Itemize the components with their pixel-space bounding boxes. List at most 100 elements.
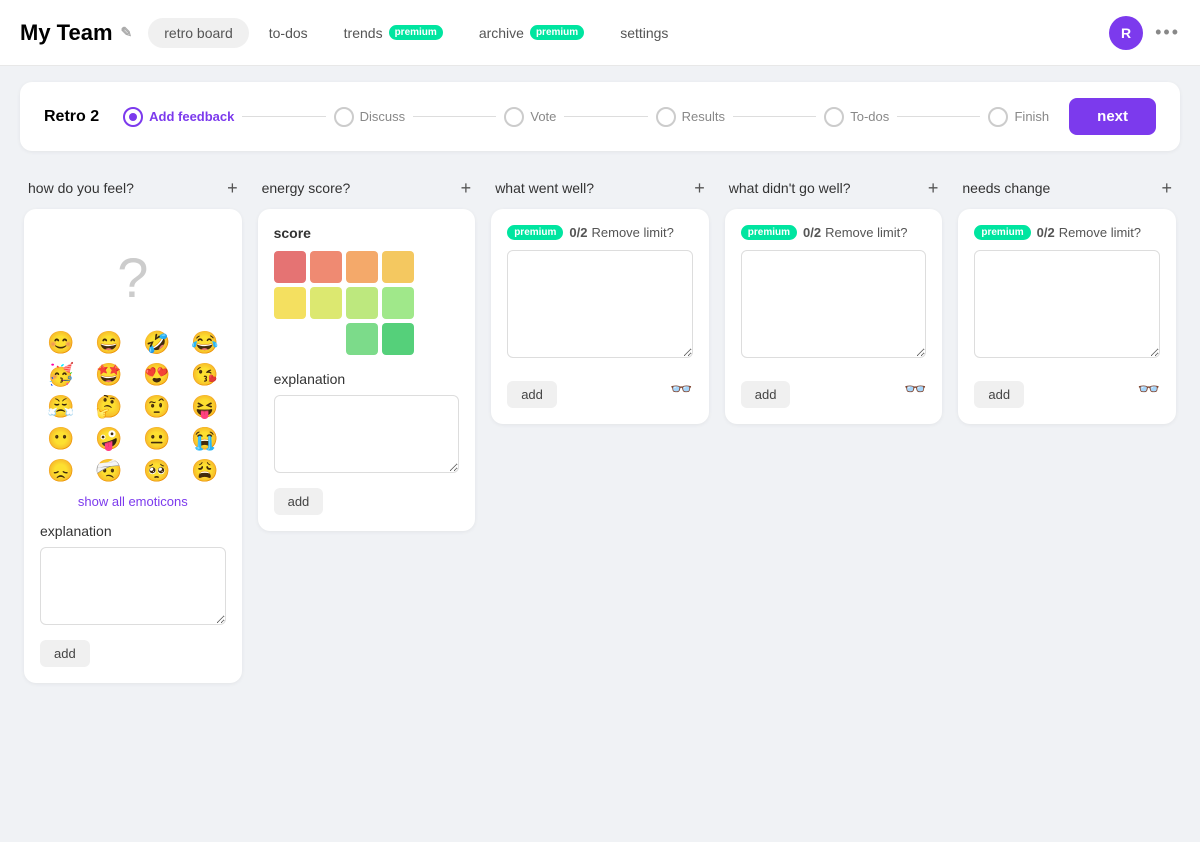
emoji-item-5[interactable]: 🤩: [88, 362, 130, 388]
nav-tab-archive[interactable]: archivepremium: [463, 18, 600, 48]
nav-tab-to-dos[interactable]: to-dos: [253, 18, 324, 48]
score-cell-5[interactable]: [310, 287, 342, 319]
step-circle-1: [334, 107, 354, 127]
went-well-remove-limit[interactable]: Remove limit?: [592, 225, 674, 240]
energy-card: score explanation add: [258, 209, 476, 531]
step-circle-2: [504, 107, 524, 127]
edit-team-icon[interactable]: ✎: [121, 24, 133, 41]
nav-tab-trends[interactable]: trendspremium: [328, 18, 459, 48]
anon-icon-went-well[interactable]: 👓: [670, 379, 692, 400]
went-well-add-button[interactable]: add: [507, 381, 557, 408]
next-button[interactable]: next: [1069, 98, 1156, 135]
step-line-1: [242, 116, 325, 117]
score-cell-1[interactable]: [310, 251, 342, 283]
emoji-item-12[interactable]: 😶: [40, 426, 82, 452]
step-add-feedback[interactable]: Add feedback: [123, 107, 234, 127]
nav-premium-badge-3: premium: [530, 25, 584, 40]
anon-icon-didnt-go-well[interactable]: 👓: [904, 379, 926, 400]
needs-change-add-button[interactable]: add: [974, 381, 1024, 408]
add-feel-button[interactable]: +: [227, 179, 238, 197]
emoji-grid: 😊😄🤣😂 🥳🤩😍😘 😤🤔🤨😝 😶🤪😐😭 😞🤕🥺😩: [40, 330, 226, 484]
feel-card: ? 😊😄🤣😂 🥳🤩😍😘 😤🤔🤨😝 😶🤪😐😭 😞🤕🥺😩 show all emoticon…: [24, 209, 242, 683]
emoji-item-6[interactable]: 😍: [136, 362, 178, 388]
feel-explanation-input[interactable]: [40, 547, 226, 625]
step-to-dos[interactable]: To-dos: [824, 107, 889, 127]
energy-add-button[interactable]: add: [274, 488, 324, 515]
score-cell-7[interactable]: [382, 287, 414, 319]
went-well-input[interactable]: [507, 250, 693, 358]
didnt-go-well-limit-text: 0/2: [803, 225, 821, 240]
retro-progress-bar: Retro 2 Add feedbackDiscussVoteResultsTo…: [20, 82, 1180, 151]
didnt-go-well-input[interactable]: [741, 250, 927, 358]
add-energy-button[interactable]: +: [461, 179, 472, 197]
nav-premium-badge-2: premium: [389, 25, 443, 40]
emoji-item-10[interactable]: 🤨: [136, 394, 178, 420]
emoji-item-4[interactable]: 🥳: [40, 362, 82, 388]
column-header-feel: how do you feel? +: [24, 167, 242, 209]
column-energy-score: energy score? + score explanation add: [250, 167, 484, 683]
emoji-item-7[interactable]: 😘: [184, 362, 226, 388]
emoji-item-1[interactable]: 😄: [88, 330, 130, 356]
step-circle-3: [656, 107, 676, 127]
column-header-needs-change: needs change +: [958, 167, 1176, 209]
emoji-item-15[interactable]: 😭: [184, 426, 226, 452]
didnt-go-well-remove-limit[interactable]: Remove limit?: [825, 225, 907, 240]
score-cell-10[interactable]: [346, 323, 378, 355]
emoji-item-17[interactable]: 🤕: [88, 458, 130, 484]
emoji-item-16[interactable]: 😞: [40, 458, 82, 484]
emoji-item-8[interactable]: 😤: [40, 394, 82, 420]
step-line-5: [897, 116, 980, 117]
emoji-item-19[interactable]: 😩: [184, 458, 226, 484]
emoji-item-14[interactable]: 😐: [136, 426, 178, 452]
step-line-3: [564, 116, 647, 117]
score-cell-2[interactable]: [346, 251, 378, 283]
add-needs-change-button[interactable]: +: [1161, 179, 1172, 197]
column-title-needs-change: needs change: [962, 180, 1050, 196]
emoji-item-3[interactable]: 😂: [184, 330, 226, 356]
step-finish[interactable]: Finish: [988, 107, 1049, 127]
feel-add-button[interactable]: add: [40, 640, 90, 667]
column-needs-change: needs change + premium 0/2 Remove limit?…: [950, 167, 1184, 683]
emoji-item-11[interactable]: 😝: [184, 394, 226, 420]
step-circle-inner-0: [129, 113, 137, 121]
score-cell-4[interactable]: [274, 287, 306, 319]
anon-icon-needs-change[interactable]: 👓: [1138, 379, 1160, 400]
needs-change-input[interactable]: [974, 250, 1160, 358]
score-cell-0[interactable]: [274, 251, 306, 283]
emoji-item-13[interactable]: 🤪: [88, 426, 130, 452]
feel-explanation-label: explanation: [40, 523, 226, 539]
step-label-2: Vote: [530, 109, 556, 124]
step-label-1: Discuss: [360, 109, 406, 124]
add-went-well-button[interactable]: +: [694, 179, 705, 197]
column-went-well: what went well? + premium 0/2 Remove lim…: [483, 167, 717, 683]
energy-explanation-input[interactable]: [274, 395, 460, 473]
nav-tab-settings[interactable]: settings: [604, 18, 684, 48]
needs-change-card: premium 0/2 Remove limit? add 👓: [958, 209, 1176, 424]
didnt-go-well-card: premium 0/2 Remove limit? add 👓: [725, 209, 943, 424]
score-grid: [274, 251, 460, 355]
score-cell-6[interactable]: [346, 287, 378, 319]
team-name-text: My Team: [20, 20, 113, 46]
step-vote[interactable]: Vote: [504, 107, 556, 127]
steps-container: Add feedback Discuss Vote Results To-dos Fini…: [123, 107, 1049, 127]
add-didnt-go-well-button[interactable]: +: [928, 179, 939, 197]
score-cell-11[interactable]: [382, 323, 414, 355]
more-options-button[interactable]: •••: [1155, 22, 1180, 43]
step-results[interactable]: Results: [656, 107, 725, 127]
emoji-item-2[interactable]: 🤣: [136, 330, 178, 356]
needs-change-remove-limit[interactable]: Remove limit?: [1059, 225, 1141, 240]
emoji-item-18[interactable]: 🥺: [136, 458, 178, 484]
column-header-energy: energy score? +: [258, 167, 476, 209]
step-discuss[interactable]: Discuss: [334, 107, 406, 127]
emoji-item-9[interactable]: 🤔: [88, 394, 130, 420]
emoji-item-0[interactable]: 😊: [40, 330, 82, 356]
show-all-emoticons-link[interactable]: show all emoticons: [40, 494, 226, 509]
score-cell-3[interactable]: [382, 251, 414, 283]
question-mark-icon: ?: [40, 225, 226, 320]
didnt-go-well-premium-header: premium 0/2 Remove limit?: [741, 225, 927, 240]
didnt-go-well-add-button[interactable]: add: [741, 381, 791, 408]
nav-tab-retro-board[interactable]: retro board: [148, 18, 248, 48]
avatar[interactable]: R: [1109, 16, 1143, 50]
column-header-went-well: what went well? +: [491, 167, 709, 209]
needs-change-premium-badge: premium: [974, 225, 1030, 240]
